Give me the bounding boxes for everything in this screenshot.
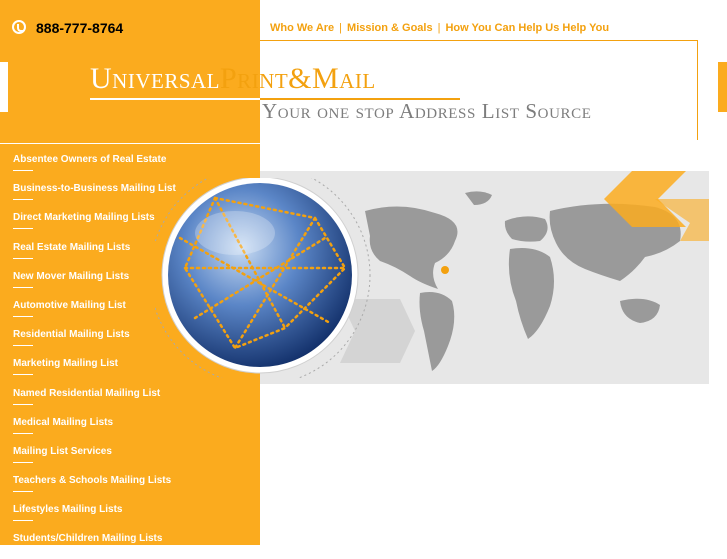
decorative-tab-right (718, 62, 727, 112)
menu-divider (13, 432, 33, 434)
globe-icon (155, 178, 371, 378)
tagline: Your one stop Address List Source (262, 99, 592, 123)
sidebar-link[interactable]: Business-to-Business Mailing List (13, 183, 176, 194)
menu-divider (13, 520, 33, 522)
sidebar-item-named-residential: Named Residential Mailing List (0, 384, 260, 413)
sidebar-link[interactable]: New Mover Mailing Lists (13, 271, 129, 282)
menu-divider (13, 374, 33, 376)
divider (0, 143, 260, 144)
sidebar-item-medical: Medical Mailing Lists (0, 413, 260, 442)
menu-divider (13, 403, 33, 405)
nav-who-we-are[interactable]: Who We Are (270, 22, 334, 34)
sidebar-item-teachers-schools: Teachers & Schools Mailing Lists (0, 471, 260, 500)
sidebar-link[interactable]: Named Residential Mailing List (13, 388, 160, 399)
nav-separator: | (339, 22, 343, 34)
logo-part-1: Universal (90, 62, 220, 95)
sidebar-item-students-children: Students/Children Mailing Lists (0, 529, 260, 558)
sidebar-link[interactable]: Lifestyles Mailing Lists (13, 504, 122, 515)
menu-divider (13, 491, 33, 493)
sidebar-link[interactable]: Medical Mailing Lists (13, 417, 113, 428)
phone-icon (12, 20, 26, 34)
site-logo[interactable]: UniversalPrint&Mail (90, 62, 376, 96)
nav-mission-goals[interactable]: Mission & Goals (347, 22, 433, 34)
sidebar-link[interactable]: Automotive Mailing List (13, 300, 126, 311)
menu-divider (13, 345, 33, 347)
logo-part-2: Print&Mail (220, 62, 376, 95)
sidebar-link[interactable]: Absentee Owners of Real Estate (13, 154, 166, 165)
sidebar-link[interactable]: Teachers & Schools Mailing Lists (13, 475, 171, 486)
top-bar: 888-777-8764 Who We Are | Mission & Goals |… (0, 0, 727, 40)
sidebar-item-services: Mailing List Services (0, 442, 260, 471)
sidebar-link[interactable]: Marketing Mailing List (13, 358, 118, 369)
sidebar-link[interactable]: Residential Mailing Lists (13, 329, 130, 340)
sidebar-link[interactable]: Real Estate Mailing Lists (13, 242, 130, 253)
menu-divider (13, 228, 33, 230)
sidebar-link[interactable]: Direct Marketing Mailing Lists (13, 212, 155, 223)
decorative-tab-left (0, 62, 8, 112)
menu-divider (13, 315, 33, 317)
sidebar-item-absentee-owners: Absentee Owners of Real Estate (0, 150, 260, 179)
sidebar-link[interactable]: Mailing List Services (13, 446, 112, 457)
menu-divider (13, 199, 33, 201)
menu-divider (13, 257, 33, 259)
nav-separator: | (437, 22, 441, 34)
phone-number[interactable]: 888-777-8764 (36, 20, 123, 36)
nav-help-us[interactable]: How You Can Help Us Help You (445, 22, 609, 34)
top-nav: Who We Are | Mission & Goals | How You Can H… (270, 22, 609, 34)
sidebar-link[interactable]: Students/Children Mailing Lists (13, 533, 162, 544)
menu-divider (13, 286, 33, 288)
menu-divider (13, 461, 33, 463)
sidebar-item-lifestyles: Lifestyles Mailing Lists (0, 500, 260, 529)
menu-divider (13, 170, 33, 171)
